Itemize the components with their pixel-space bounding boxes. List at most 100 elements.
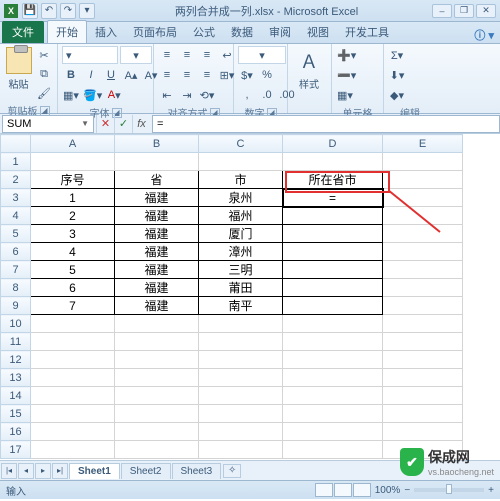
tab-home[interactable]: 开始	[47, 20, 87, 43]
align-right-icon[interactable]: ≡	[198, 66, 216, 84]
cell[interactable]: 福建	[115, 243, 199, 261]
sheet-nav-next-icon[interactable]: ▸	[35, 463, 51, 479]
cut-icon[interactable]: ✂	[35, 46, 53, 64]
row-header[interactable]: 12	[1, 351, 31, 369]
tab-data[interactable]: 数据	[223, 21, 261, 43]
tab-insert[interactable]: 插入	[87, 21, 125, 43]
cell[interactable]: 市	[199, 171, 283, 189]
align-bottom-icon[interactable]: ≡	[198, 46, 216, 64]
zoom-slider[interactable]	[414, 488, 484, 492]
copy-icon[interactable]: ⧉	[35, 65, 53, 83]
view-normal-icon[interactable]	[315, 483, 333, 497]
cell[interactable]	[283, 225, 383, 243]
sheet-nav-first-icon[interactable]: |◂	[1, 463, 17, 479]
col-header-a[interactable]: A	[31, 135, 115, 153]
insert-cells-icon[interactable]: ➕▾	[336, 46, 357, 64]
percent-icon[interactable]: %	[258, 66, 276, 84]
tab-file[interactable]: 文件	[2, 21, 44, 43]
cell[interactable]: 福建	[115, 261, 199, 279]
enter-formula-icon[interactable]: ✓	[114, 115, 132, 133]
align-top-icon[interactable]: ≡	[158, 46, 176, 64]
zoom-level[interactable]: 100%	[375, 485, 401, 496]
tab-developer[interactable]: 开发工具	[337, 21, 397, 43]
tab-layout[interactable]: 页面布局	[125, 21, 185, 43]
row-header[interactable]: 8	[1, 279, 31, 297]
font-name-dropdown[interactable]: ▾	[62, 46, 118, 64]
autosum-icon[interactable]: Σ▾	[388, 46, 406, 64]
styles-button[interactable]: Ａ样式	[292, 46, 326, 92]
sheet-tab-1[interactable]: Sheet1	[69, 463, 120, 479]
row-header[interactable]: 1	[1, 153, 31, 171]
close-button[interactable]: ✕	[476, 4, 496, 18]
font-grow-icon[interactable]: A▴	[122, 66, 140, 84]
font-color-button[interactable]: A▾	[105, 86, 123, 104]
row-header[interactable]: 17	[1, 441, 31, 459]
row-header[interactable]: 4	[1, 207, 31, 225]
sheet-tab-2[interactable]: Sheet2	[121, 463, 171, 479]
decimal-inc-icon[interactable]: .0	[258, 86, 276, 104]
cell[interactable]: 厦门	[199, 225, 283, 243]
cell[interactable]: 福建	[115, 207, 199, 225]
help-icon[interactable]: ⓘ ▾	[474, 27, 494, 43]
border-button[interactable]: ▦▾	[62, 86, 80, 104]
row-header[interactable]: 16	[1, 423, 31, 441]
fx-icon[interactable]: fx	[132, 115, 150, 133]
align-middle-icon[interactable]: ≡	[178, 46, 196, 64]
row-header[interactable]: 5	[1, 225, 31, 243]
clear-icon[interactable]: ◆▾	[388, 86, 406, 104]
cell[interactable]: 莆田	[199, 279, 283, 297]
cell[interactable]: 泉州	[199, 189, 283, 207]
cell[interactable]: 福建	[115, 279, 199, 297]
row-header[interactable]: 7	[1, 261, 31, 279]
cell[interactable]: 6	[31, 279, 115, 297]
undo-icon[interactable]: ↶	[41, 3, 57, 19]
cancel-formula-icon[interactable]: ✕	[96, 115, 114, 133]
cell[interactable]: 5	[31, 261, 115, 279]
sheet-nav-last-icon[interactable]: ▸|	[52, 463, 68, 479]
col-header-c[interactable]: C	[199, 135, 283, 153]
delete-cells-icon[interactable]: ➖▾	[336, 66, 357, 84]
cell[interactable]	[283, 243, 383, 261]
fill-icon[interactable]: ⬇▾	[388, 66, 406, 84]
cell[interactable]: 南平	[199, 297, 283, 315]
cell[interactable]: 省	[115, 171, 199, 189]
cell[interactable]: 漳州	[199, 243, 283, 261]
currency-icon[interactable]: $▾	[238, 66, 256, 84]
zoom-in-icon[interactable]: +	[488, 485, 494, 496]
col-header-e[interactable]: E	[383, 135, 463, 153]
cell[interactable]: 福建	[115, 189, 199, 207]
format-painter-icon[interactable]: 🖌	[35, 84, 53, 102]
active-cell[interactable]: =	[283, 189, 383, 207]
row-header[interactable]: 11	[1, 333, 31, 351]
sheet-nav-prev-icon[interactable]: ◂	[18, 463, 34, 479]
cell[interactable]: 序号	[31, 171, 115, 189]
cell[interactable]: 所在省市	[283, 171, 383, 189]
bold-button[interactable]: B	[62, 66, 80, 84]
col-header-d[interactable]: D	[283, 135, 383, 153]
paste-button[interactable]: 粘贴	[4, 46, 33, 92]
chevron-down-icon[interactable]: ▼	[81, 119, 89, 128]
row-header[interactable]: 6	[1, 243, 31, 261]
row-header[interactable]: 15	[1, 405, 31, 423]
worksheet-area[interactable]: A B C D E 1 2 序号 省 市 所在省市 3 1 福建 泉州 = 4 …	[0, 134, 500, 460]
zoom-out-icon[interactable]: −	[404, 485, 410, 496]
italic-button[interactable]: I	[82, 66, 100, 84]
cell[interactable]	[283, 207, 383, 225]
cell[interactable]: 三明	[199, 261, 283, 279]
qat-dropdown-icon[interactable]: ▾	[79, 3, 95, 19]
restore-button[interactable]: ❐	[454, 4, 474, 18]
font-size-dropdown[interactable]: ▾	[120, 46, 152, 64]
cell[interactable]	[283, 261, 383, 279]
cell[interactable]: 2	[31, 207, 115, 225]
indent-decrease-icon[interactable]: ⇤	[158, 86, 176, 104]
minimize-button[interactable]: –	[432, 4, 452, 18]
cell[interactable]: 福建	[115, 225, 199, 243]
tab-view[interactable]: 视图	[299, 21, 337, 43]
view-layout-icon[interactable]	[334, 483, 352, 497]
cell[interactable]: 4	[31, 243, 115, 261]
fill-color-button[interactable]: 🪣▾	[82, 86, 103, 104]
select-all-corner[interactable]	[1, 135, 31, 153]
sheet-tab-3[interactable]: Sheet3	[172, 463, 222, 479]
cell[interactable]: 1	[31, 189, 115, 207]
format-cells-icon[interactable]: ▦▾	[336, 86, 354, 104]
